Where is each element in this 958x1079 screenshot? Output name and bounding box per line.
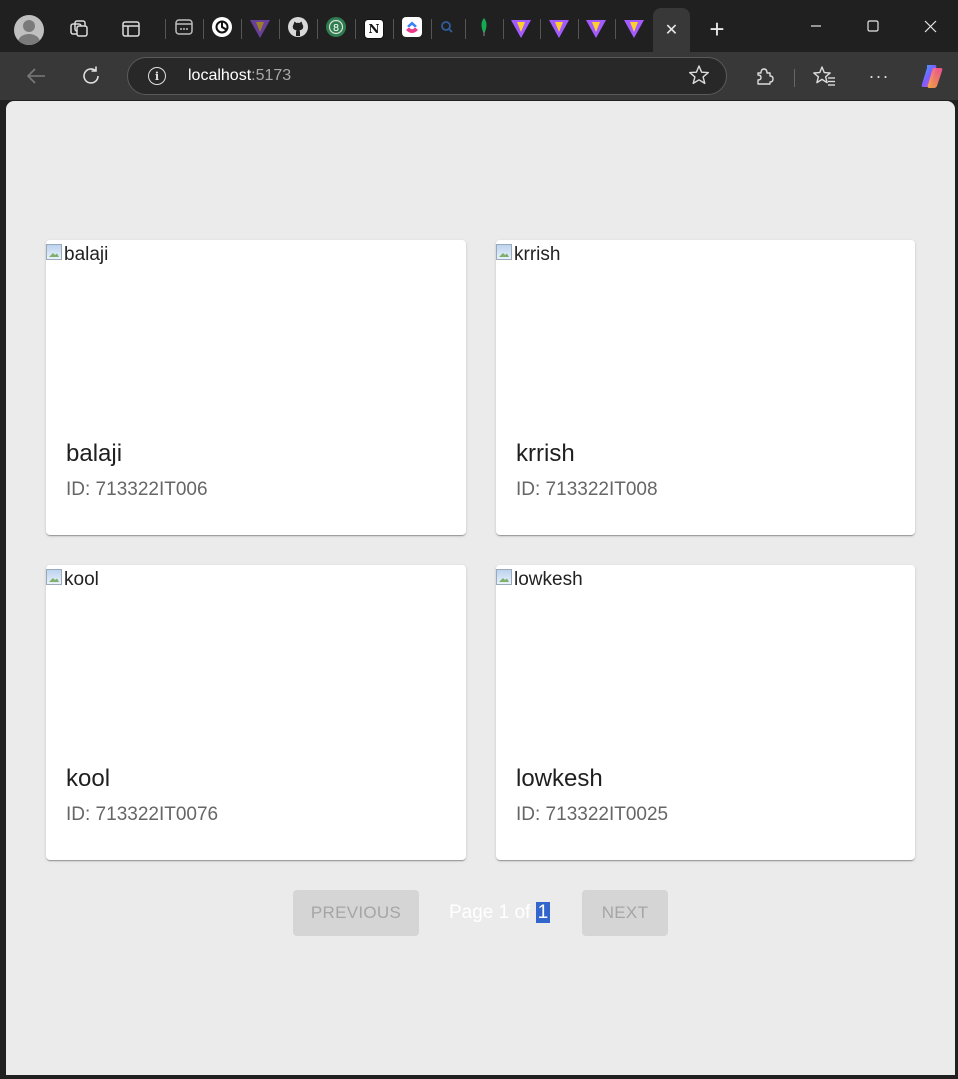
- student-name: kool: [66, 765, 111, 792]
- broken-image-placeholder: lowkesh: [496, 569, 583, 591]
- student-id: ID: 713322IT008: [516, 479, 658, 500]
- vite-icon: [511, 20, 531, 38]
- image-alt-text: lowkesh: [514, 569, 583, 590]
- previous-button[interactable]: PREVIOUS: [293, 890, 419, 936]
- broken-image-placeholder: krrish: [496, 244, 560, 266]
- profile-avatar-icon[interactable]: [14, 15, 44, 45]
- page-viewport: balaji balaji ID: 713322IT006 krrish krr…: [6, 101, 955, 1075]
- student-card: lowkesh lowkesh ID: 713322IT0025: [496, 565, 915, 860]
- student-id: ID: 713322IT0076: [66, 804, 219, 825]
- tab-mongodb[interactable]: [466, 12, 502, 46]
- tab-active-close[interactable]: ✕: [653, 8, 690, 52]
- student-card: kool kool ID: 713322IT0076: [46, 565, 466, 860]
- student-id: ID: 713322IT0025: [516, 804, 669, 825]
- new-tab-icon[interactable]: +: [700, 12, 734, 46]
- refresh-icon[interactable]: [75, 60, 107, 92]
- url-port: :5173: [251, 67, 292, 84]
- whatsapp-icon: 8: [325, 16, 347, 43]
- broken-image-placeholder: balaji: [46, 244, 108, 266]
- broken-image-icon: [46, 244, 62, 260]
- broken-image-placeholder: kool: [46, 569, 99, 591]
- student-name: krrish: [516, 440, 575, 467]
- page-indicator: Page 1 of 1: [449, 902, 551, 924]
- tab-vite-4[interactable]: [578, 12, 614, 46]
- close-window-icon[interactable]: [907, 8, 953, 44]
- minimize-icon[interactable]: [793, 8, 839, 44]
- tab-clickup[interactable]: [394, 12, 430, 46]
- student-image: balaji: [46, 240, 466, 420]
- extensions-icon[interactable]: [748, 60, 780, 92]
- vite-icon: [624, 20, 644, 38]
- image-alt-text: krrish: [514, 244, 561, 265]
- search-icon: [439, 19, 455, 40]
- close-tab-icon[interactable]: ✕: [665, 20, 678, 40]
- student-card: krrish krrish ID: 713322IT008: [496, 240, 915, 535]
- vite-icon: [549, 20, 569, 38]
- toolbar-separator: [794, 69, 795, 87]
- tab-actions-icon[interactable]: [114, 12, 148, 46]
- student-image: krrish: [496, 240, 915, 420]
- notion-icon: N: [364, 19, 384, 39]
- broken-image-icon: [46, 569, 62, 585]
- tab-strip: 8 N ✕ +: [0, 0, 958, 52]
- tab-vite-2[interactable]: [503, 12, 539, 46]
- chatgpt-icon: [211, 16, 233, 43]
- browser-toolbar: i localhost:5173 ···: [0, 52, 958, 100]
- tab-app[interactable]: [166, 12, 202, 46]
- student-image: kool: [46, 565, 466, 745]
- tab-whatsapp[interactable]: 8: [318, 12, 354, 46]
- vite-icon: [250, 20, 270, 38]
- image-alt-text: kool: [64, 569, 99, 590]
- broken-image-icon: [496, 569, 512, 585]
- copilot-icon[interactable]: [918, 62, 946, 90]
- app-icon: [174, 17, 194, 42]
- favorite-star-icon[interactable]: [688, 64, 710, 92]
- url-host: localhost: [188, 67, 252, 84]
- tab-search[interactable]: [429, 12, 465, 46]
- site-info-icon[interactable]: i: [148, 67, 166, 85]
- tab-vite-5[interactable]: [616, 12, 652, 46]
- tab-notion[interactable]: N: [356, 12, 392, 46]
- tab-vite-1[interactable]: [242, 12, 278, 46]
- broken-image-icon: [496, 244, 512, 260]
- mongodb-icon: [477, 17, 491, 42]
- favorites-icon[interactable]: [808, 60, 840, 92]
- page-total: 1: [535, 902, 551, 923]
- tab-vite-3[interactable]: [541, 12, 577, 46]
- student-name: lowkesh: [516, 765, 603, 792]
- image-alt-text: balaji: [64, 244, 109, 265]
- clickup-icon: [401, 16, 423, 43]
- student-name: balaji: [66, 440, 123, 467]
- url-text[interactable]: localhost:5173: [188, 67, 291, 85]
- vite-icon: [586, 20, 606, 38]
- student-image: lowkesh: [496, 565, 915, 745]
- more-options-icon[interactable]: ···: [863, 60, 895, 92]
- student-id: ID: 713322IT006: [66, 479, 208, 500]
- tab-chatgpt[interactable]: [204, 12, 240, 46]
- student-card: balaji balaji ID: 713322IT006: [46, 240, 466, 535]
- whatsapp-badge-count: 8: [333, 23, 339, 34]
- workspaces-icon[interactable]: [62, 12, 96, 46]
- github-icon: [287, 16, 309, 43]
- back-icon[interactable]: [20, 60, 52, 92]
- tab-github[interactable]: [280, 12, 316, 46]
- page-indicator-prefix: Page 1 of: [449, 902, 536, 923]
- next-button[interactable]: NEXT: [582, 890, 668, 936]
- address-bar[interactable]: i localhost:5173: [127, 57, 727, 95]
- maximize-icon[interactable]: [850, 8, 896, 44]
